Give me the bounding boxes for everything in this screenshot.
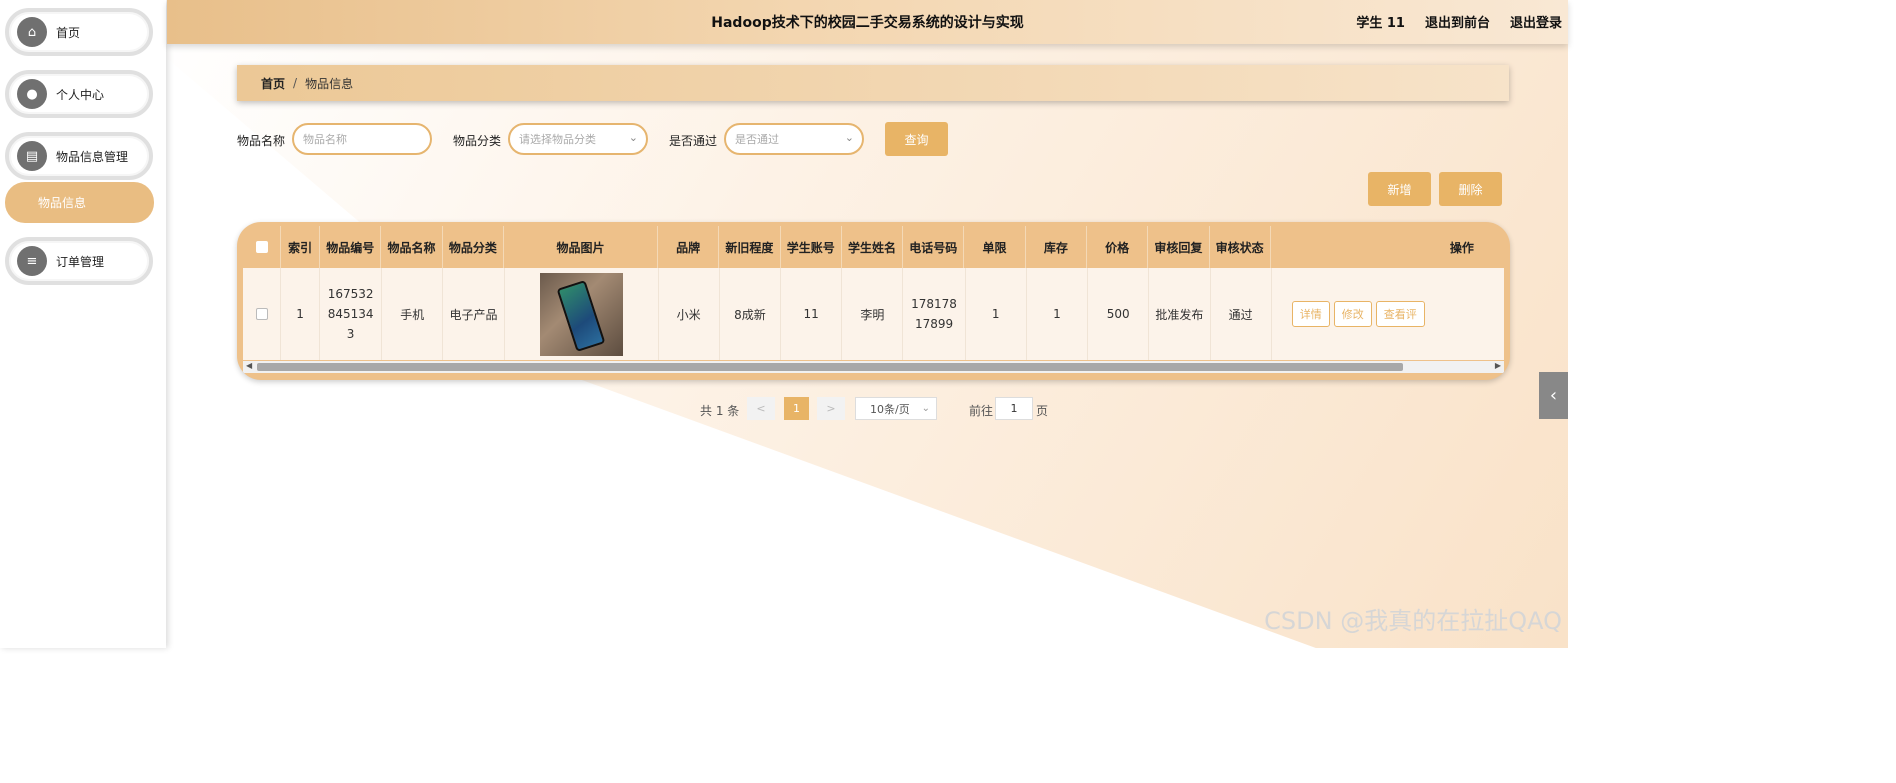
sidebar-item-home[interactable]: ⌂ 首页 <box>5 8 153 56</box>
sidebar-item-label: 订单管理 <box>56 254 105 269</box>
edit-button[interactable]: 修改 <box>1333 301 1372 327</box>
chevron-down-icon: ⌄ <box>921 403 930 414</box>
total-count: 共 1 条 <box>700 404 740 418</box>
goto-page-input[interactable]: 1 <box>995 397 1033 420</box>
sidebar-item-label: 个人中心 <box>56 87 105 102</box>
item-photo[interactable] <box>539 272 623 356</box>
category-select[interactable]: 请选择物品分类 ⌄ <box>508 123 648 155</box>
collapse-panel-button[interactable]: ‹ <box>1539 372 1568 419</box>
query-button[interactable]: 查询 <box>885 122 948 156</box>
table-header: 索引 物品编号 物品名称 物品分类 物品图片 品牌 新旧程度 学生账号 学生姓名… <box>243 226 1504 268</box>
col-header: 新旧程度 <box>719 226 781 268</box>
sidebar-item-label: 物品信息管理 <box>56 149 129 164</box>
add-button[interactable]: 新增 <box>1368 172 1431 206</box>
col-header: 品牌 <box>658 226 720 268</box>
scroll-left-icon[interactable]: ◀ <box>246 361 252 370</box>
col-header: 索引 <box>281 226 321 268</box>
sidebar-item-item-management[interactable]: ▤ 物品信息管理 <box>5 132 153 180</box>
cell-image <box>505 268 659 360</box>
breadcrumb-home[interactable]: 首页 <box>261 75 285 92</box>
delete-button[interactable]: 删除 <box>1439 172 1502 206</box>
view-review-button[interactable]: 查看评 <box>1375 301 1425 327</box>
cell-review-reply: 批准发布 <box>1149 268 1211 360</box>
goto-label: 前往 <box>969 404 994 418</box>
list-icon: ≡ <box>17 246 47 276</box>
cell-operations: 详情 修改 查看评 <box>1272 268 1504 360</box>
cell-condition: 8成新 <box>720 268 782 360</box>
category-search-label: 物品分类 <box>453 134 502 148</box>
cell-price: 500 <box>1088 268 1150 360</box>
select-all-checkbox[interactable] <box>255 241 268 253</box>
home-icon: ⌂ <box>17 17 47 47</box>
watermark: CSDN @我真的在拉扯QAQ <box>1264 607 1562 635</box>
name-search-input[interactable]: 物品名称 <box>292 123 432 155</box>
sidebar-item-label: 首页 <box>56 25 81 40</box>
name-search-label: 物品名称 <box>237 134 286 148</box>
scrollbar-thumb[interactable] <box>257 363 1403 371</box>
chevron-down-icon: ⌄ <box>628 131 638 144</box>
page-suffix: 页 <box>1036 404 1049 418</box>
col-header: 学生账号 <box>781 226 842 268</box>
cell-brand: 小米 <box>659 268 720 360</box>
col-header: 库存 <box>1026 226 1087 268</box>
chevron-down-icon: ⌄ <box>844 131 854 144</box>
col-header: 学生姓名 <box>842 226 904 268</box>
breadcrumb-separator: / <box>293 76 298 90</box>
sidebar: ⌂ 首页 ● 个人中心 ▤ 物品信息管理 物品信息 ≡ 订单管理 <box>0 0 166 648</box>
sidebar-item-personal-center[interactable]: ● 个人中心 <box>5 70 153 118</box>
page-size-select[interactable]: 10条/页 ⌄ <box>855 397 937 420</box>
col-header: 单限 <box>964 226 1026 268</box>
page-size-value: 10条/页 <box>870 402 910 416</box>
col-header: 物品图片 <box>504 226 658 268</box>
cell-code: 1675328451343 <box>320 268 383 360</box>
sidebar-item-order-management[interactable]: ≡ 订单管理 <box>5 237 153 285</box>
col-header: 物品分类 <box>443 226 504 268</box>
approved-select-placeholder: 是否通过 <box>735 133 779 146</box>
detail-button[interactable]: 详情 <box>1291 301 1330 327</box>
chevron-left-icon: ‹ <box>1549 385 1558 406</box>
approved-search-label: 是否通过 <box>669 134 718 148</box>
col-header: 审核回复 <box>1148 226 1210 268</box>
col-header: 物品名称 <box>381 226 443 268</box>
cell-student-name: 李明 <box>842 268 904 360</box>
user-icon: ● <box>17 79 47 109</box>
cell-phone: 17817817899 <box>903 268 966 360</box>
cell-index: 1 <box>281 268 321 360</box>
next-page-button[interactable]: > <box>817 397 845 420</box>
category-select-placeholder: 请选择物品分类 <box>519 133 596 146</box>
table-row: 1 1675328451343 手机 电子产品 小米 8成新 11 李明 178… <box>243 268 1504 360</box>
name-search-placeholder: 物品名称 <box>303 133 347 146</box>
cell-name: 手机 <box>382 268 444 360</box>
cell-category: 电子产品 <box>443 268 505 360</box>
data-table: 索引 物品编号 物品名称 物品分类 物品图片 品牌 新旧程度 学生账号 学生姓名… <box>237 222 1510 380</box>
exit-to-frontend-link[interactable]: 退出到前台 <box>1425 12 1490 31</box>
scroll-right-icon[interactable]: ▶ <box>1495 361 1501 370</box>
horizontal-scrollbar[interactable]: ◀ ▶ <box>243 361 1504 373</box>
approved-select[interactable]: 是否通过 ⌄ <box>724 123 864 155</box>
cell-review-status: 通过 <box>1211 268 1272 360</box>
col-header: 价格 <box>1087 226 1149 268</box>
prev-page-button[interactable]: < <box>747 397 775 420</box>
logout-link[interactable]: 退出登录 <box>1510 12 1562 31</box>
user-account-link[interactable]: 学生 11 <box>1356 12 1405 31</box>
breadcrumb-current: 物品信息 <box>305 76 354 91</box>
col-header: 物品编号 <box>320 226 382 268</box>
cell-stock: 1 <box>1027 268 1089 360</box>
page-number-active[interactable]: 1 <box>784 397 809 420</box>
breadcrumb: 首页 / 物品信息 <box>237 65 1509 101</box>
cell-limit: 1 <box>966 268 1027 360</box>
top-header: Hadoop技术下的校园二手交易系统的设计与实现 学生 11 退出到前台 退出登… <box>167 0 1568 44</box>
col-header: 操作 <box>1449 240 1474 255</box>
cell-student-account: 11 <box>781 268 843 360</box>
sidebar-subitem-item-info[interactable]: 物品信息 <box>5 182 154 223</box>
col-header: 电话号码 <box>903 226 965 268</box>
row-select-cell[interactable] <box>243 268 282 360</box>
clipboard-icon: ▤ <box>17 141 47 171</box>
row-checkbox[interactable] <box>255 308 268 320</box>
col-header: 审核状态 <box>1210 226 1271 268</box>
select-all-cell[interactable] <box>243 226 282 268</box>
